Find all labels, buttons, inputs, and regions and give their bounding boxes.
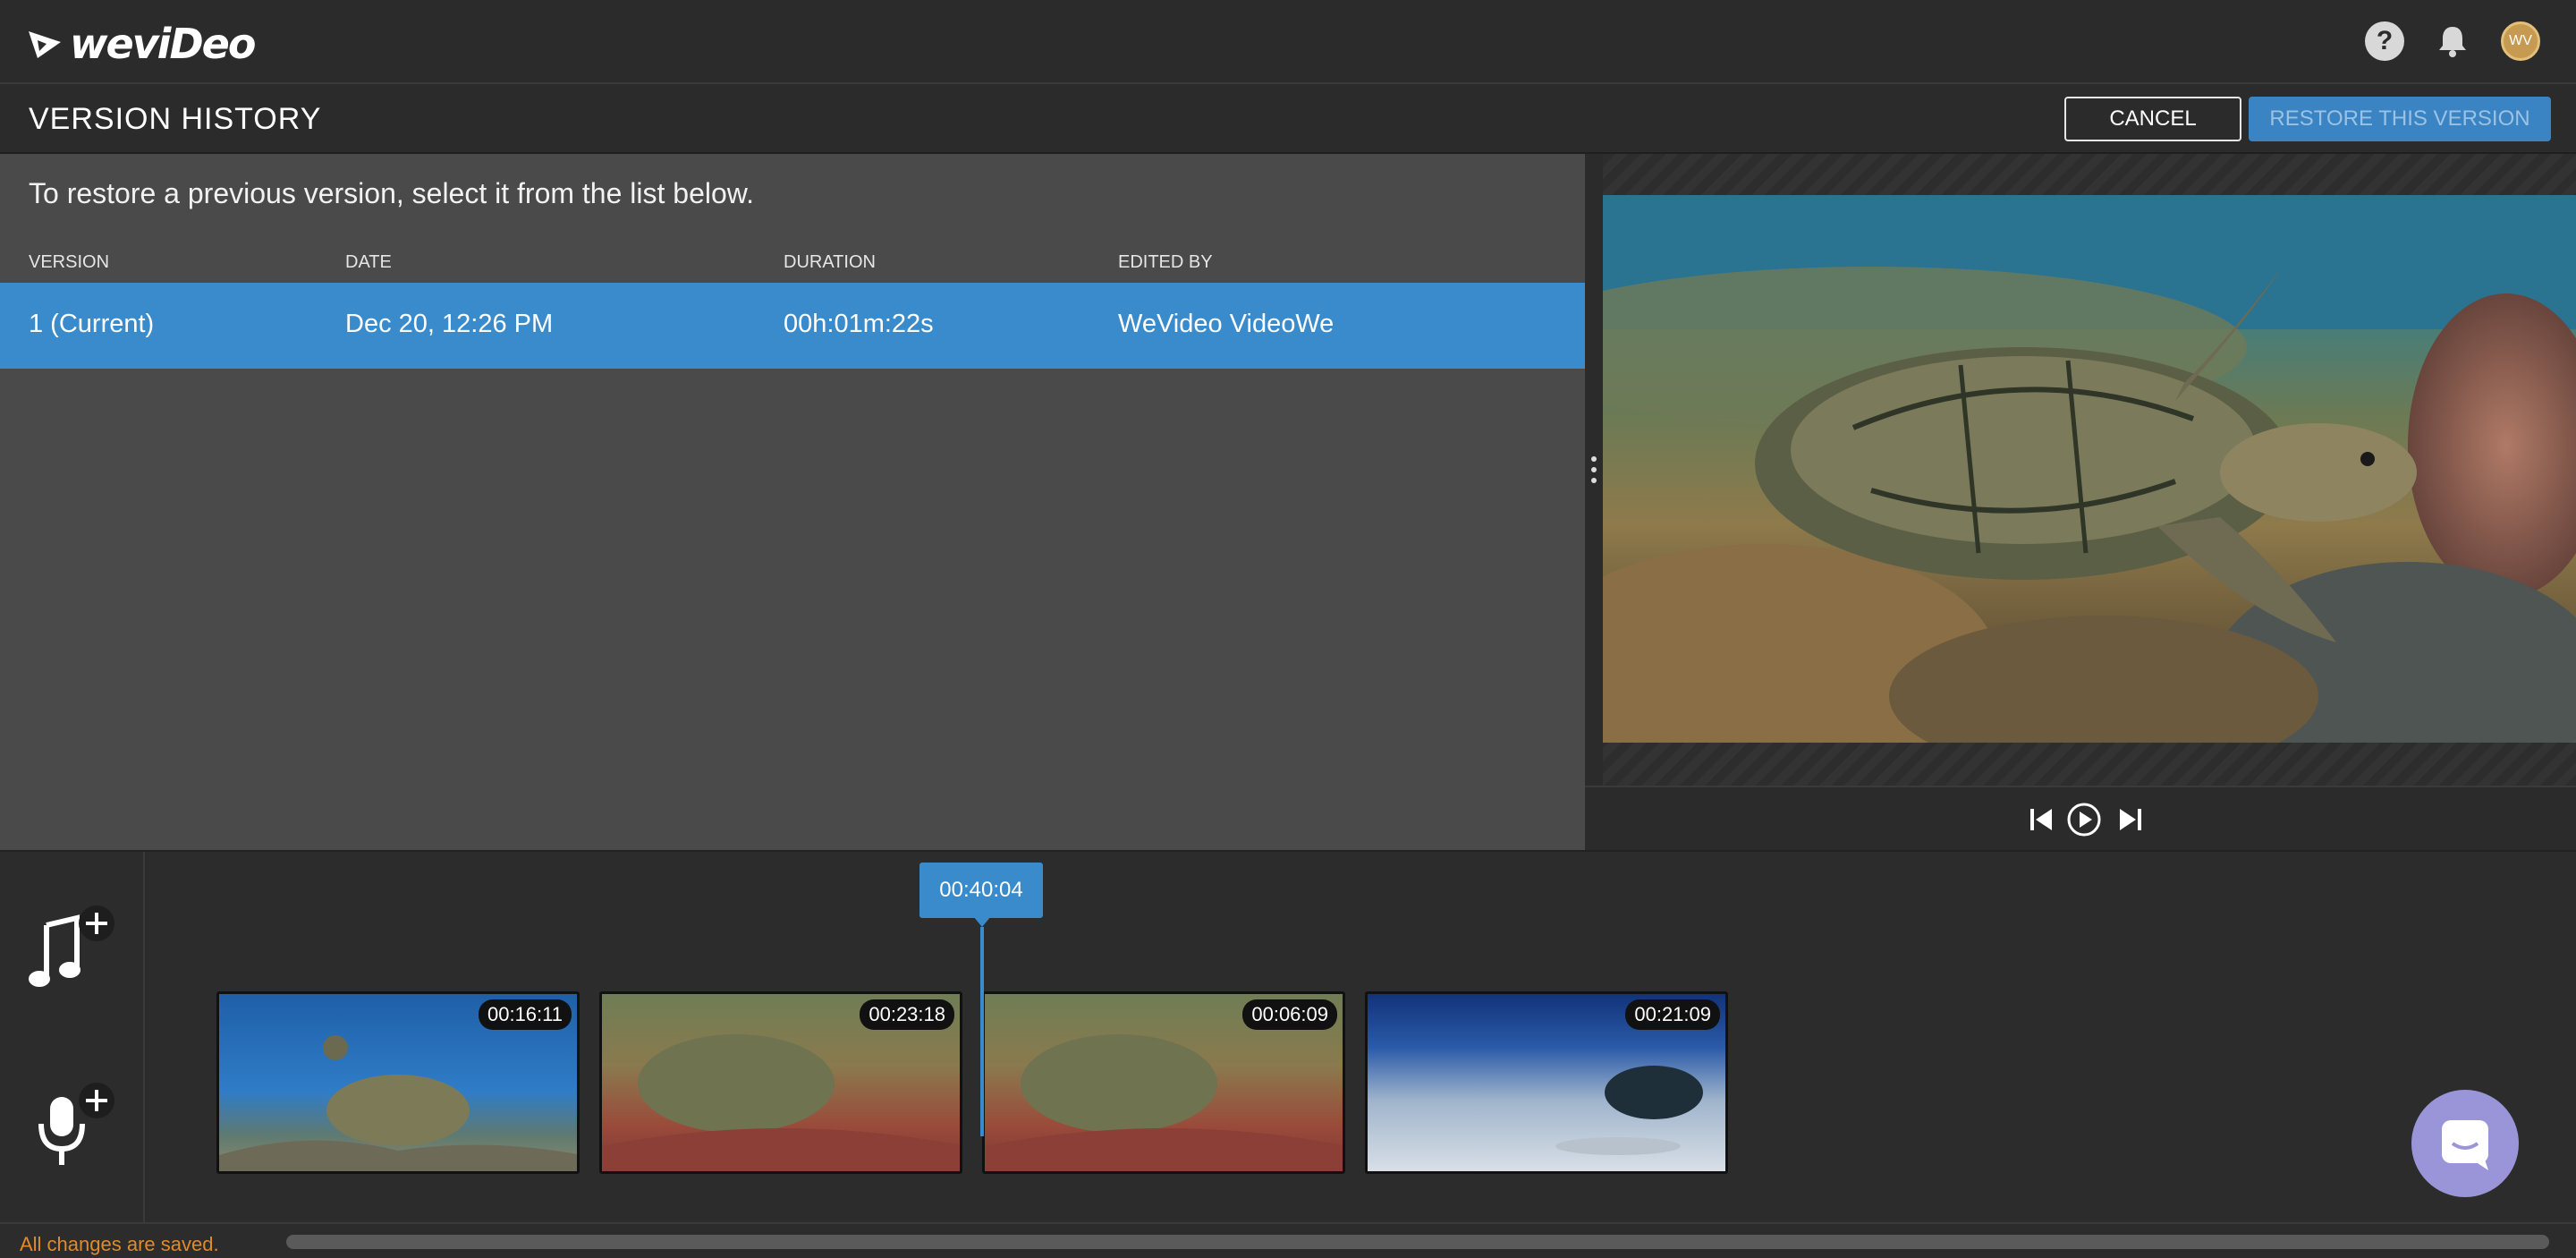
timeline: 00:16:11 00:23:18 00:06:09 00:21:09 00:4… [0,850,2576,1224]
timeline-tools [0,852,145,1224]
video-preview-area [1603,154,2576,786]
playhead-line[interactable] [980,927,984,1136]
chat-icon [2442,1120,2488,1170]
top-icons: ? WV [2365,21,2540,61]
instructions-text: To restore a previous version, select it… [29,177,755,209]
timeline-clip[interactable]: 00:23:18 [599,991,962,1174]
version-history-header: VERSION HISTORY CANCEL RESTORE THIS VERS… [0,84,2576,154]
add-voiceover-icon[interactable] [27,1081,116,1170]
cancel-button[interactable]: CANCEL [2064,97,2241,141]
cell-version: 1 (Current) [29,310,155,338]
clip-duration: 00:16:11 [478,999,572,1030]
skip-back-icon[interactable] [2027,805,2055,834]
timeline-clip[interactable]: 00:06:09 [982,991,1345,1174]
timeline-scrollbar[interactable] [286,1235,2549,1249]
cell-edited-by: WeVideo VideoWe [1118,310,1335,338]
panel-resize-handle[interactable] [1585,154,1603,850]
timeline-clip[interactable]: 00:16:11 [216,991,580,1174]
playhead-time[interactable]: 00:40:04 [919,863,1043,918]
page-title: VERSION HISTORY [29,102,322,136]
column-header-version: VERSION [29,252,110,272]
clip-duration: 00:06:09 [1242,999,1337,1030]
play-icon[interactable] [2066,802,2102,837]
restore-version-button[interactable]: RESTORE THIS VERSION [2249,97,2551,141]
playhead-pointer [973,916,991,927]
top-bar: weviDeo ? WV [0,0,2576,84]
wevideo-logo[interactable]: weviDeo [27,20,256,68]
bell-icon[interactable] [2433,21,2472,61]
column-header-duration: DURATION [784,252,876,272]
player-controls [1585,786,2576,850]
help-icon[interactable]: ? [2365,21,2404,61]
drag-dots-icon [1591,456,1597,483]
skip-forward-icon[interactable] [2116,805,2145,834]
add-music-icon[interactable] [27,904,116,993]
clip-duration: 00:23:18 [860,999,954,1030]
column-header-date: DATE [345,252,392,272]
cell-date: Dec 20, 12:26 PM [345,310,554,338]
timeline-clip[interactable]: 00:21:09 [1365,991,1728,1174]
table-header: VERSION DATE DURATION EDITED BY [0,252,1585,277]
chat-support-button[interactable] [2411,1090,2519,1197]
logo-text: weviDeo [70,20,256,68]
logo-mark-icon [29,31,61,58]
video-preview-frame [1603,195,2576,743]
save-status-text: All changes are saved. [20,1233,219,1255]
version-list-panel: To restore a previous version, select it… [0,154,1585,850]
avatar[interactable]: WV [2501,21,2540,61]
table-row[interactable]: 1 (Current) Dec 20, 12:26 PM 00h:01m:22s… [0,283,1585,369]
clip-duration: 00:21:09 [1625,999,1720,1030]
turtle-scene-image [1603,195,2576,743]
status-bar: All changes are saved. [0,1222,2576,1258]
column-header-edited-by: EDITED BY [1118,252,1213,272]
cell-duration: 00h:01m:22s [784,310,934,338]
